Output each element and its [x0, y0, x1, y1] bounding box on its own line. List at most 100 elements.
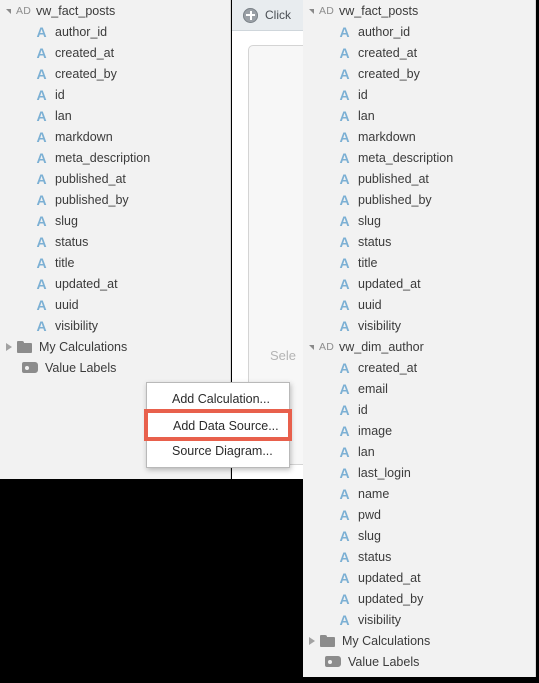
attribute-a-icon: A [339, 212, 350, 229]
tree-field-row[interactable]: Atitle [0, 252, 230, 273]
tree-field-label: status [358, 549, 392, 564]
tree-item-value-labels[interactable]: Value Labels [0, 357, 230, 378]
attribute-a-icon: A [339, 380, 350, 397]
tree-field-row[interactable]: Aupdated_at [303, 567, 535, 588]
tree-field-row[interactable]: Alan [303, 441, 535, 462]
tree-field-row[interactable]: Aupdated_by [303, 588, 535, 609]
tree-root-vw-fact-posts[interactable]: AD vw_fact_posts [0, 0, 230, 21]
tree-field-row[interactable]: Aauthor_id [303, 21, 535, 42]
tree-field-row[interactable]: Astatus [0, 231, 230, 252]
tag-icon [325, 656, 341, 667]
attribute-a-icon: A [36, 65, 47, 82]
triangle-down-icon[interactable] [6, 9, 11, 14]
tree-field-row[interactable]: Acreated_at [303, 357, 535, 378]
triangle-down-icon[interactable] [309, 345, 314, 350]
attribute-a-icon: A [36, 44, 47, 61]
tree-field-label: title [55, 255, 75, 270]
context-menu-item[interactable]: Add Data Source... [144, 409, 292, 441]
right-data-source-tree-panel[interactable]: AD vw_fact_posts Aauthor_id Acreated_at Acre… [303, 0, 536, 677]
tree-field-label: title [358, 255, 378, 270]
tree-field-row[interactable]: Acreated_by [0, 63, 230, 84]
attribute-a-icon: A [339, 86, 350, 103]
tree-field-label: uuid [358, 297, 382, 312]
tree-folder-my-calculations[interactable]: My Calculations [0, 336, 230, 357]
tree-field-row[interactable]: Aauthor_id [0, 21, 230, 42]
tree-field-label: created_by [55, 66, 117, 81]
tree-field-row[interactable]: Aid [303, 399, 535, 420]
tree-field-row[interactable]: Avisibility [303, 609, 535, 630]
folder-label: My Calculations [342, 633, 431, 648]
tree-field-label: id [55, 87, 65, 102]
attribute-a-icon: A [36, 23, 47, 40]
tree-field-label: published_at [358, 171, 429, 186]
attribute-a-icon: A [339, 359, 350, 376]
triangle-right-icon[interactable] [6, 342, 12, 351]
tree-field-row[interactable]: Aupdated_at [0, 273, 230, 294]
tree-field-label: created_by [358, 66, 420, 81]
tree-folder-my-calculations[interactable]: My Calculations [303, 630, 535, 651]
tree-field-row[interactable]: Apublished_by [0, 189, 230, 210]
tree-field-label: last_login [358, 465, 411, 480]
tree-field-row[interactable]: Atitle [303, 252, 535, 273]
attribute-a-icon: A [339, 590, 350, 607]
tree-item-value-labels[interactable]: Value Labels [303, 651, 535, 672]
attribute-a-icon: A [339, 170, 350, 187]
attribute-a-icon: A [339, 464, 350, 481]
toolbar-click-label[interactable]: Click [265, 8, 291, 22]
attribute-a-icon: A [339, 317, 350, 334]
tree-field-row[interactable]: Auuid [0, 294, 230, 315]
tree-field-row[interactable]: Avisibility [303, 315, 535, 336]
tree-field-row[interactable]: Ameta_description [303, 147, 535, 168]
tree-field-row[interactable]: Aid [303, 84, 535, 105]
tree-field-row[interactable]: Auuid [303, 294, 535, 315]
attribute-a-icon: A [36, 149, 47, 166]
tree-field-row[interactable]: Aslug [303, 525, 535, 546]
context-menu-item[interactable]: Add Calculation... [147, 386, 289, 412]
tree-field-row[interactable]: Apwd [303, 504, 535, 525]
attribute-a-icon: A [339, 275, 350, 292]
tree-field-label: slug [55, 213, 78, 228]
triangle-down-icon[interactable] [309, 9, 314, 14]
tree-field-row[interactable]: Aimage [303, 420, 535, 441]
tree-field-label: slug [358, 528, 381, 543]
tree-field-row[interactable]: Aname [303, 483, 535, 504]
tree-field-label: id [358, 87, 368, 102]
tree-field-row[interactable]: Alan [303, 105, 535, 126]
tree-field-row[interactable]: Apublished_at [303, 168, 535, 189]
attribute-a-icon: A [339, 191, 350, 208]
tree-field-row[interactable]: Astatus [303, 546, 535, 567]
attribute-a-icon: A [36, 107, 47, 124]
tree-field-row[interactable]: Aslug [303, 210, 535, 231]
triangle-right-icon[interactable] [309, 636, 315, 645]
tree-field-row[interactable]: Alan [0, 105, 230, 126]
tree-field-label: slug [358, 213, 381, 228]
tree-field-row[interactable]: Amarkdown [0, 126, 230, 147]
tree-field-row[interactable]: Apublished_by [303, 189, 535, 210]
tree-field-row[interactable]: Aupdated_at [303, 273, 535, 294]
right-tree: AD vw_fact_posts Aauthor_id Acreated_at Acre… [303, 0, 535, 672]
tree-field-row[interactable]: Alast_login [303, 462, 535, 483]
tree-field-row[interactable]: Astatus [303, 231, 535, 252]
tree-field-label: status [358, 234, 392, 249]
tree-field-label: image [358, 423, 393, 438]
tree-field-row[interactable]: Acreated_at [303, 42, 535, 63]
tree-field-row[interactable]: Acreated_at [0, 42, 230, 63]
tree-field-label: markdown [55, 129, 113, 144]
tree-field-row[interactable]: Apublished_at [0, 168, 230, 189]
left-field-list: Aauthor_id Acreated_at Acreated_by Aid Alan A… [0, 21, 230, 336]
attribute-a-icon: A [339, 443, 350, 460]
plus-circle-icon[interactable] [243, 7, 258, 23]
tree-root-1[interactable]: AD vw_dim_author [303, 336, 535, 357]
tree-field-row[interactable]: Amarkdown [303, 126, 535, 147]
tree-field-row[interactable]: Ameta_description [0, 147, 230, 168]
tree-field-row[interactable]: Avisibility [0, 315, 230, 336]
context-menu[interactable]: Add Calculation... Add Data Source... Sour… [144, 382, 292, 468]
tree-field-row[interactable]: Acreated_by [303, 63, 535, 84]
tree-field-row[interactable]: Aslug [0, 210, 230, 231]
middle-toolbar: Click [232, 0, 303, 31]
tree-field-row[interactable]: Aemail [303, 378, 535, 399]
tree-field-label: published_by [358, 192, 432, 207]
context-menu-item[interactable]: Source Diagram... [147, 438, 289, 464]
tree-root-0[interactable]: AD vw_fact_posts [303, 0, 535, 21]
tree-field-row[interactable]: Aid [0, 84, 230, 105]
